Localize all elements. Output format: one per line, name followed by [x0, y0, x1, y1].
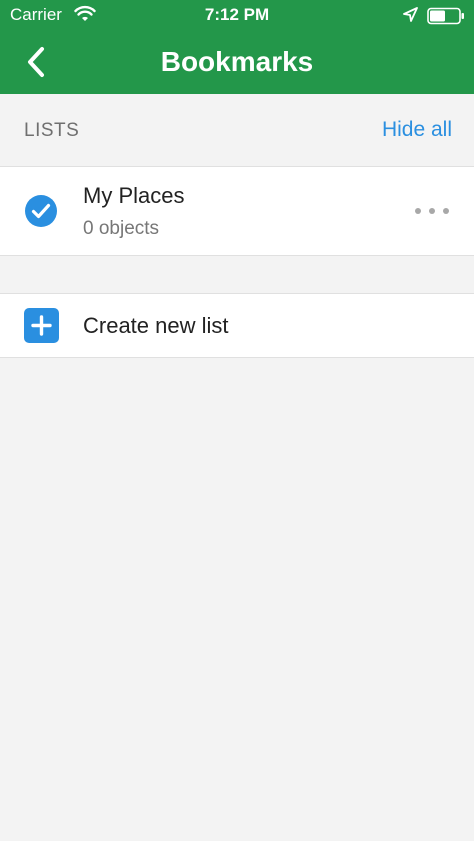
list-title: My Places [83, 183, 185, 208]
list-item-my-places[interactable]: My Places 0 objects [0, 166, 474, 256]
navigation-bar: Bookmarks [0, 32, 474, 94]
battery-icon [427, 7, 465, 30]
create-new-list-label: Create new list [83, 313, 229, 338]
page-title: Bookmarks [160, 46, 314, 77]
plus-square-icon [24, 308, 59, 343]
section-label: LISTS [24, 120, 80, 141]
hide-all-button[interactable]: Hide all [382, 118, 452, 142]
location-arrow-icon [403, 7, 418, 27]
list-count: 0 objects [83, 218, 160, 239]
checkmark-circle-icon[interactable] [24, 194, 58, 228]
app-header: Carrier 7:12 PM Bookmarks [0, 0, 474, 94]
more-horizontal-icon[interactable] [412, 201, 452, 221]
lists-section-header: LISTS Hide all [0, 94, 474, 166]
status-bar: Carrier 7:12 PM [0, 0, 474, 32]
create-new-list-button[interactable]: Create new list [0, 293, 474, 358]
